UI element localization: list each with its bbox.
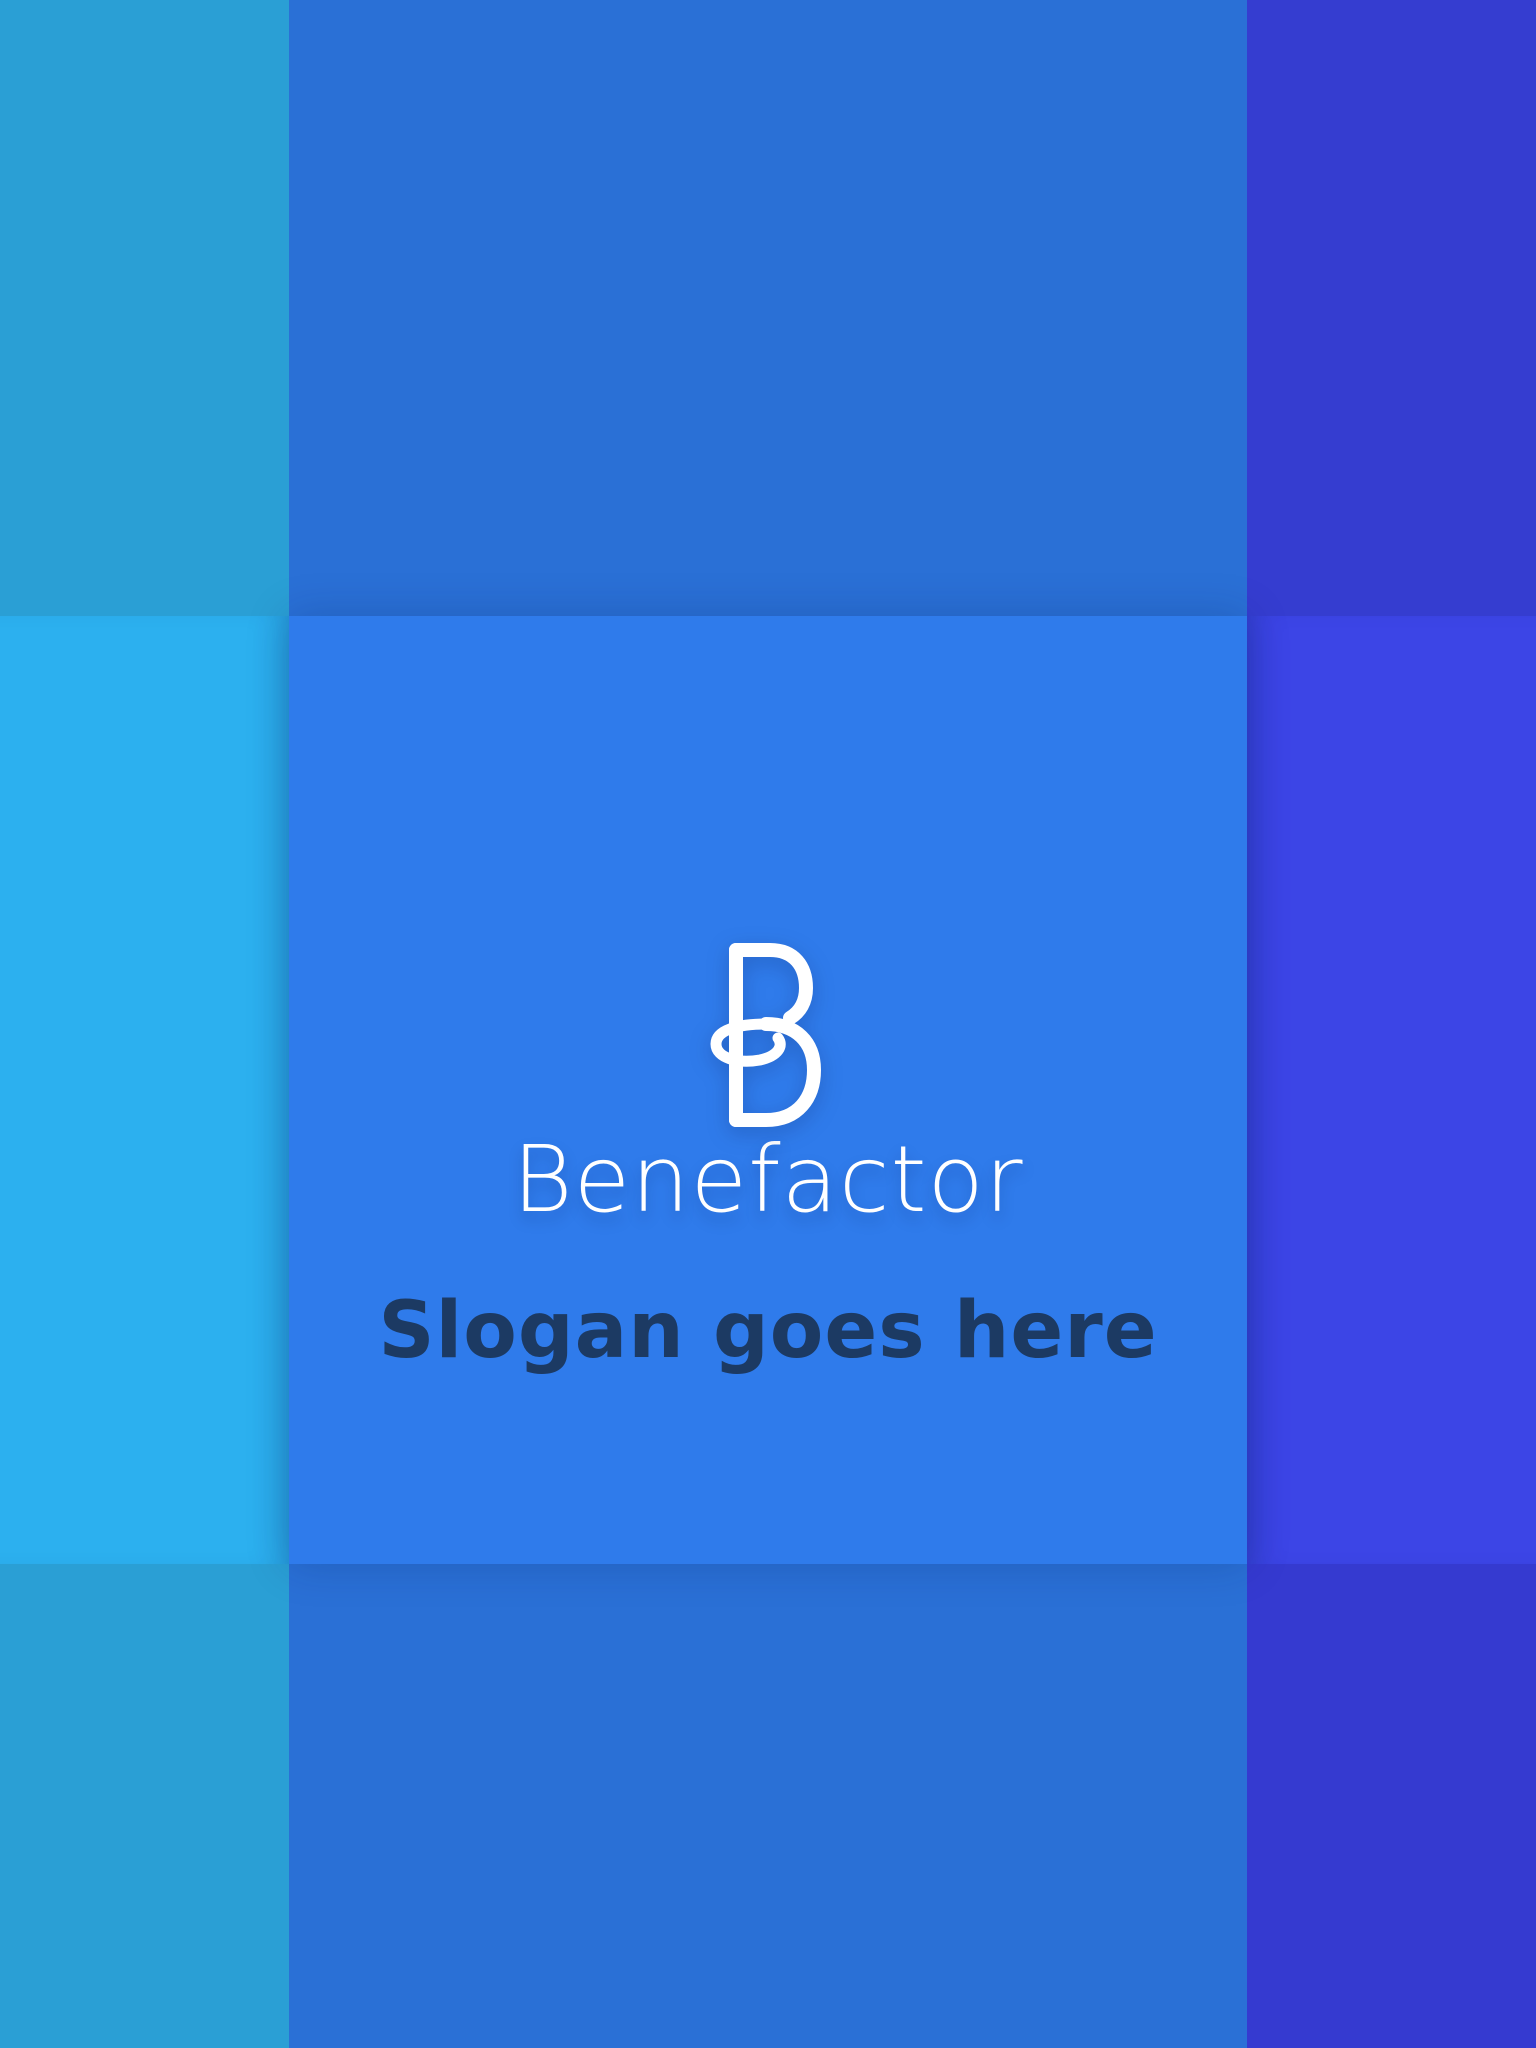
splash-screen: Benefactor Slogan goes here [0, 0, 1536, 2048]
background-tile-top-center [289, 0, 1247, 616]
background-tile-bottom-left [0, 1564, 289, 2048]
brand-name: Benefactor [512, 1126, 1024, 1233]
benefactor-b-logo-icon [710, 943, 821, 1127]
background-tile-top-right [1247, 0, 1536, 616]
background-tile-top-left [0, 0, 289, 616]
slogan-text: Slogan goes here [378, 1285, 1158, 1376]
background-tile-bottom-right [1247, 1564, 1536, 2048]
background-tile-bottom-center [289, 1564, 1247, 2048]
branding-block: Benefactor Slogan goes here [0, 940, 1536, 1374]
